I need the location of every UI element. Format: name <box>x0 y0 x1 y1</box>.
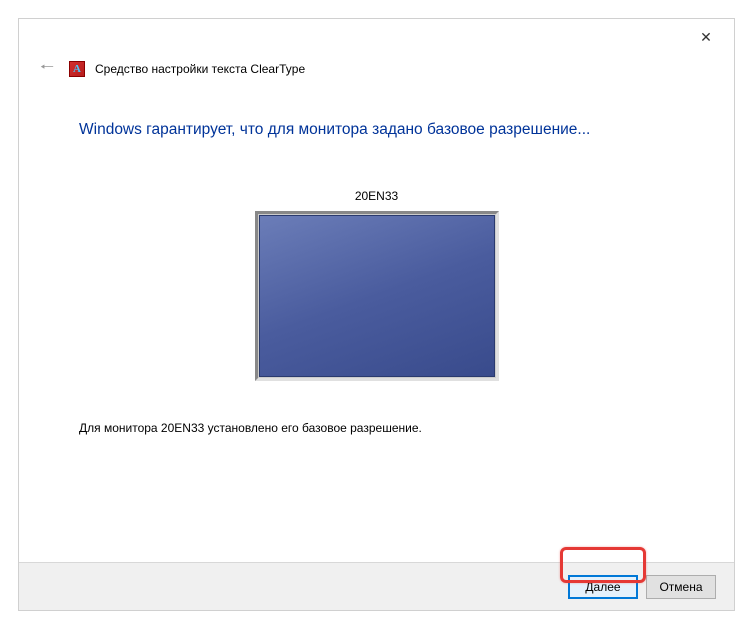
arrow-left-icon: 🠐 <box>40 56 54 83</box>
header-row: 🠐 A Средство настройки текста ClearType <box>19 55 734 91</box>
content-area: Windows гарантирует, что для монитора за… <box>19 91 734 435</box>
monitor-section: 20EN33 <box>79 189 674 381</box>
app-icon-letter: A <box>73 63 81 75</box>
close-icon: ✕ <box>700 29 712 46</box>
back-button[interactable]: 🠐 <box>35 57 59 81</box>
status-message: Для монитора 20EN33 установлено его базо… <box>79 421 674 435</box>
titlebar: ✕ <box>19 19 734 55</box>
window-title: Средство настройки текста ClearType <box>95 62 305 76</box>
monitor-screen <box>259 215 495 377</box>
footer-bar: Далее Отмена <box>19 562 734 610</box>
page-heading: Windows гарантирует, что для монитора за… <box>79 121 674 139</box>
next-button[interactable]: Далее <box>568 575 638 599</box>
app-icon: A <box>69 61 85 77</box>
close-button[interactable]: ✕ <box>686 23 726 51</box>
monitor-name-label: 20EN33 <box>79 189 674 203</box>
cancel-button[interactable]: Отмена <box>646 575 716 599</box>
dialog-window: ✕ 🠐 A Средство настройки текста ClearTyp… <box>18 18 735 611</box>
monitor-preview <box>255 211 499 381</box>
